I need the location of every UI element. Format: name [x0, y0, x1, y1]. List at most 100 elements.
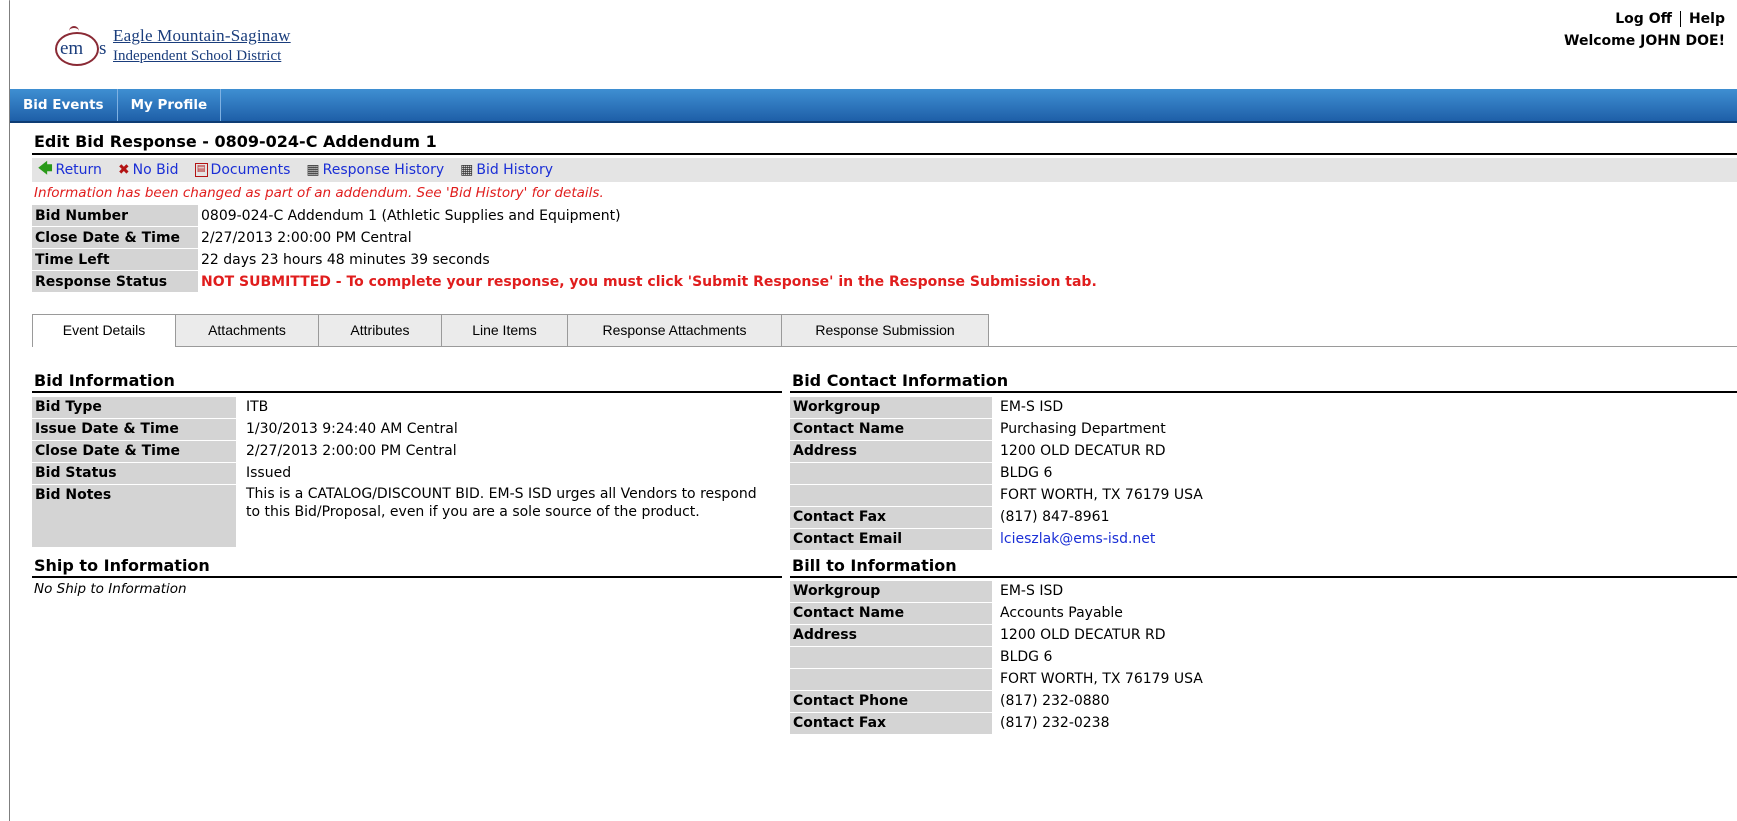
bid-contact-table: Workgroup EM-S ISD Contact Name Purchasi… — [790, 397, 1730, 551]
response-history-button[interactable]: ▦ Response History — [306, 162, 444, 178]
bid-information-heading: Bid Information — [34, 371, 175, 390]
section-divider — [32, 391, 782, 393]
title-divider — [32, 153, 1737, 155]
field-label: Bid Status — [32, 462, 236, 485]
logo-text: Eagle Mountain-Saginaw Independent Schoo… — [113, 26, 291, 66]
clipboard-icon: ▦ — [306, 162, 320, 178]
tab-attributes[interactable]: Attributes — [318, 314, 442, 346]
field-value: BLDG 6 — [1000, 648, 1053, 665]
no-bid-label: No Bid — [132, 162, 179, 178]
bid-summary-table: Bid Number 0809-024-C Addendum 1 (Athlet… — [32, 205, 1100, 293]
field-value: Issued — [246, 464, 292, 481]
bid-contact-heading: Bid Contact Information — [792, 371, 1009, 390]
field-label: Bid Type — [32, 397, 236, 419]
field-label: Contact Fax — [790, 506, 992, 529]
table-row: Close Date & Time 2/27/2013 2:00:00 PM C… — [32, 440, 782, 463]
field-value: FORT WORTH, TX 76179 USA — [1000, 670, 1203, 687]
bill-to-heading: Bill to Information — [792, 556, 957, 575]
bill-to-table: Workgroup EM-S ISD Contact Name Accounts… — [790, 581, 1730, 735]
tab-line-items[interactable]: Line Items — [441, 314, 568, 346]
section-divider — [790, 576, 1737, 578]
tab-attachments[interactable]: Attachments — [175, 314, 319, 346]
help-link[interactable]: Help — [1689, 11, 1725, 27]
table-row: Bid Status Issued — [32, 462, 782, 485]
field-value: EM-S ISD — [1000, 583, 1064, 599]
field-label: Close Date & Time — [32, 440, 236, 463]
table-row: BLDG 6 — [790, 462, 1730, 485]
user-links: Log Off Help Welcome JOHN DOE! — [1564, 11, 1725, 49]
field-label: Workgroup — [790, 397, 992, 419]
summary-value: 0809-024-C Addendum 1 (Athletic Supplies… — [198, 205, 1100, 227]
return-button[interactable]: 🡄 Return — [38, 158, 102, 182]
summary-label: Time Left — [32, 248, 198, 271]
section-divider — [790, 391, 1737, 393]
table-row: Response Status NOT SUBMITTED - To compl… — [32, 270, 1100, 293]
field-label: Address — [790, 440, 992, 463]
field-value: FORT WORTH, TX 76179 USA — [1000, 486, 1203, 503]
table-row: BLDG 6 — [790, 646, 1730, 669]
table-row: FORT WORTH, TX 76179 USA — [790, 668, 1730, 691]
ship-to-empty: No Ship to Information — [34, 581, 187, 597]
field-label: Contact Name — [790, 602, 992, 625]
field-label: Issue Date & Time — [32, 418, 236, 441]
page-title: Edit Bid Response - 0809-024-C Addendum … — [34, 132, 437, 151]
summary-label: Bid Number — [32, 205, 198, 227]
field-label: Contact Email — [790, 528, 992, 551]
return-label: Return — [55, 162, 102, 178]
field-label — [790, 646, 992, 669]
table-row: Contact Fax (817) 847-8961 — [790, 506, 1730, 529]
field-value: Accounts Payable — [1000, 604, 1123, 621]
section-divider — [32, 576, 782, 578]
table-row: Time Left 22 days 23 hours 48 minutes 39… — [32, 248, 1100, 271]
bid-history-label: Bid History — [476, 162, 553, 178]
field-label: Contact Name — [790, 418, 992, 441]
tab-bar: Event Details Attachments Attributes Lin… — [32, 314, 1737, 347]
summary-value: 2/27/2013 2:00:00 PM Central — [198, 226, 1100, 249]
table-row: FORT WORTH, TX 76179 USA — [790, 484, 1730, 507]
field-value: Purchasing Department — [1000, 420, 1166, 437]
x-icon: ✖ — [117, 162, 130, 178]
field-value: (817) 232-0238 — [1000, 714, 1110, 731]
district-logo[interactable]: em s Eagle Mountain-Saginaw Independent … — [53, 24, 291, 68]
table-row: Bid Number 0809-024-C Addendum 1 (Athlet… — [32, 205, 1100, 227]
logoff-link[interactable]: Log Off — [1615, 11, 1672, 27]
table-row: Bid Type ITB — [32, 397, 782, 419]
table-row: Contact Fax (817) 232-0238 — [790, 712, 1730, 735]
summary-label: Close Date & Time — [32, 226, 198, 249]
main-nav: Bid Events My Profile — [10, 89, 1737, 123]
table-row: Address 1200 OLD DECATUR RD — [790, 440, 1730, 463]
table-row: Workgroup EM-S ISD — [790, 581, 1730, 603]
field-value: 1200 OLD DECATUR RD — [1000, 442, 1166, 459]
logo-line-1: Eagle Mountain-Saginaw — [113, 26, 291, 45]
contact-email-link[interactable]: lcieszlak@ems-isd.net — [992, 529, 1730, 551]
no-bid-button[interactable]: ✖ No Bid — [118, 162, 179, 178]
bid-history-button[interactable]: ▦ Bid History — [460, 162, 553, 178]
field-value: 2/27/2013 2:00:00 PM Central — [246, 442, 457, 459]
table-row: Close Date & Time 2/27/2013 2:00:00 PM C… — [32, 226, 1100, 249]
apple-logo-icon: em s — [53, 24, 111, 68]
divider — [1679, 11, 1681, 27]
tab-event-details[interactable]: Event Details — [32, 314, 176, 347]
table-row: Address 1200 OLD DECATUR RD — [790, 624, 1730, 647]
field-label: Bid Notes — [32, 484, 236, 548]
field-value: 1200 OLD DECATUR RD — [1000, 626, 1166, 643]
nav-bid-events[interactable]: Bid Events — [10, 89, 118, 121]
pdf-icon: ▤ — [194, 163, 208, 177]
response-history-label: Response History — [322, 162, 445, 178]
clipboard-icon: ▦ — [460, 162, 474, 178]
tab-response-attachments[interactable]: Response Attachments — [567, 314, 782, 346]
tab-response-submission[interactable]: Response Submission — [781, 314, 989, 346]
documents-button[interactable]: ▤ Documents — [194, 162, 290, 178]
field-value: ITB — [246, 399, 269, 415]
bid-information-table: Bid Type ITB Issue Date & Time 1/30/2013… — [32, 397, 782, 548]
table-row: Bid Notes This is a CATALOG/DISCOUNT BID… — [32, 484, 782, 548]
action-toolbar: 🡄 Return ✖ No Bid ▤ Documents ▦ Response… — [32, 158, 1737, 182]
response-status-value: NOT SUBMITTED - To complete your respons… — [198, 270, 1100, 293]
field-label: Contact Phone — [790, 690, 992, 713]
field-label — [790, 462, 992, 485]
table-row: Workgroup EM-S ISD — [790, 397, 1730, 419]
nav-my-profile[interactable]: My Profile — [118, 89, 222, 121]
field-label — [790, 668, 992, 691]
logo-line-2: Independent School District — [113, 48, 282, 64]
table-row: Issue Date & Time 1/30/2013 9:24:40 AM C… — [32, 418, 782, 441]
